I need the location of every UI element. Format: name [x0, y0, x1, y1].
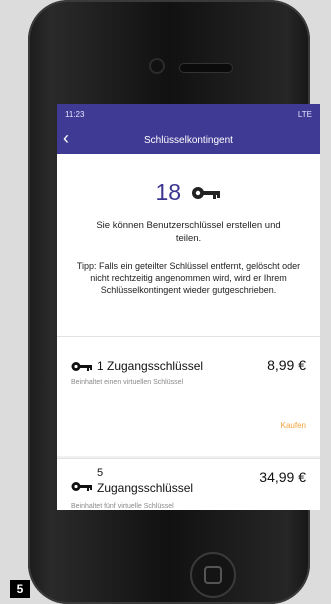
product-2-price: 34,99 €	[259, 469, 306, 485]
figure-number-badge: 5	[10, 580, 30, 598]
product-1-subtitle: Beinhaltet einen virtuellen Schlüssel	[71, 379, 184, 386]
key-icon	[71, 482, 92, 491]
app-bar: 11:23 LTE ‹ Schlüsselkontingent	[57, 104, 320, 154]
tip-text: Tipp: Falls ein geteilter Schlüssel entf…	[76, 261, 301, 295]
speaker	[180, 64, 232, 72]
product-card-1[interactable]: 1 Zugangsschlüssel 8,99 € Beinhaltet ein…	[57, 336, 320, 457]
buy-button[interactable]: Kaufen	[281, 421, 306, 430]
product-1-qty: 1	[97, 359, 104, 373]
status-time: 11:23	[65, 110, 85, 119]
phone-screen: 11:23 LTE ‹ Schlüsselkontingent 18 Sie k…	[57, 104, 320, 510]
home-button-icon	[204, 566, 222, 584]
product-card-2[interactable]: 5 Zugangsschlüssel 34,99 € Beinhaltet fü…	[57, 458, 320, 510]
camera	[151, 60, 163, 72]
description-text: Sie können Benutzerschlüssel erstellen u…	[96, 220, 281, 244]
page-title: Schlüsselkontingent	[144, 135, 233, 146]
key-icon	[71, 362, 92, 371]
product-2-qty: 5	[97, 467, 104, 479]
product-2-subtitle: Beinhaltet fünf virtuelle Schlüssel	[71, 503, 174, 510]
product-2-name: Zugangsschlüssel	[97, 481, 194, 495]
product-1-name: Zugangsschlüssel	[107, 359, 204, 373]
status-signal: LTE	[297, 110, 312, 119]
key-counter: 18	[57, 178, 320, 206]
home-button[interactable]	[190, 552, 236, 598]
product-1-price: 8,99 €	[267, 357, 306, 373]
key-count: 18	[155, 179, 182, 206]
key-icon	[192, 186, 221, 199]
status-bar: 11:23 LTE	[65, 110, 312, 122]
